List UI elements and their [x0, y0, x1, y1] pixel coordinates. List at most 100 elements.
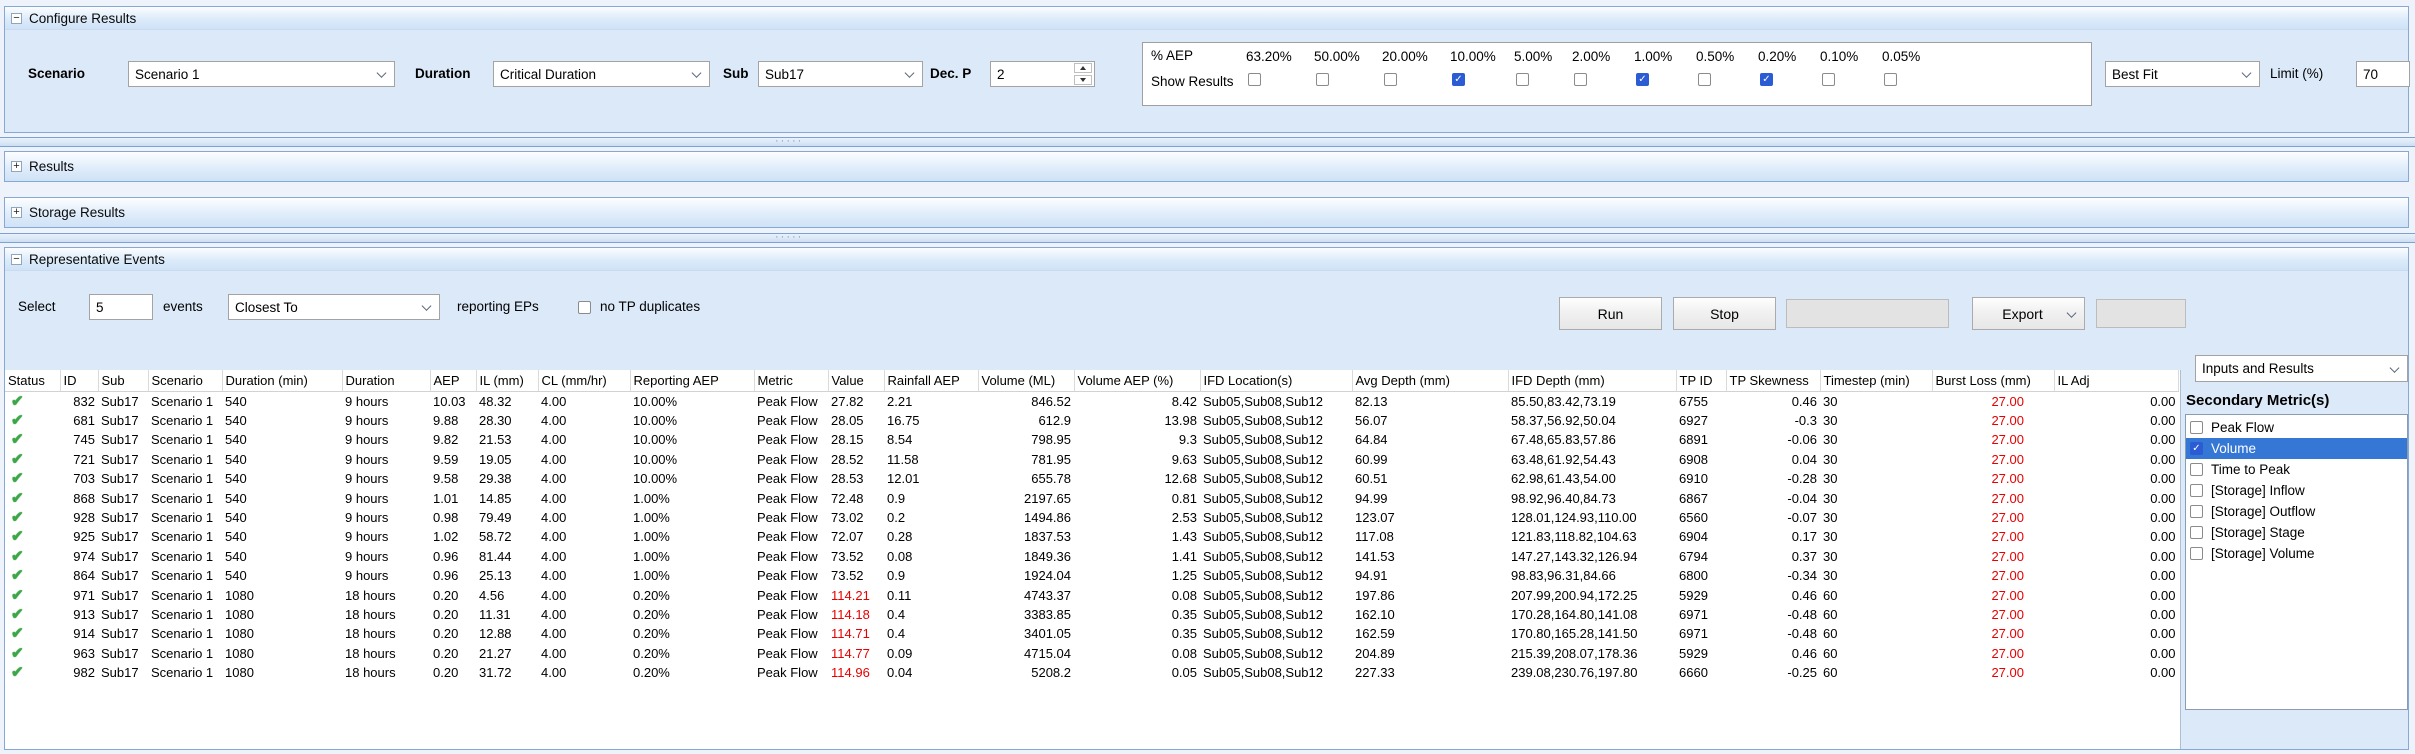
column-header-value[interactable]: Value — [828, 370, 884, 391]
metric-checkbox[interactable] — [2190, 505, 2203, 518]
cell-burst-loss: 27.00 — [1932, 469, 2054, 488]
event-row[interactable]: ✔745Sub17Scenario 15409 hours9.8221.534.… — [5, 430, 2179, 449]
no-tp-duplicates-checkbox[interactable] — [578, 301, 591, 314]
event-row[interactable]: ✔982Sub17Scenario 1108018 hours0.2031.72… — [5, 663, 2179, 682]
sub-select[interactable]: Sub17 — [758, 61, 923, 87]
expand-icon[interactable]: + — [11, 207, 22, 218]
event-row[interactable]: ✔963Sub17Scenario 1108018 hours0.2021.27… — [5, 644, 2179, 663]
event-row[interactable]: ✔928Sub17Scenario 15409 hours0.9879.494.… — [5, 508, 2179, 527]
cell-duration-min: 1080 — [222, 644, 342, 663]
column-header-il-adj[interactable]: IL Adj — [2054, 370, 2179, 391]
show-results-checkbox[interactable] — [1884, 73, 1897, 86]
select-count-input[interactable]: 5 — [89, 294, 153, 320]
cell-volume-ml: 846.52 — [978, 391, 1074, 411]
column-header-duration-min[interactable]: Duration (min) — [222, 370, 342, 391]
export-button[interactable]: Export — [1972, 297, 2085, 330]
storage-results-header[interactable]: + Storage Results — [5, 198, 2408, 227]
show-results-checkbox[interactable] — [1248, 73, 1261, 86]
column-header-ifd-depth[interactable]: IFD Depth (mm) — [1508, 370, 1676, 391]
cell-aep: 1.01 — [430, 489, 476, 508]
show-results-checkbox[interactable] — [1516, 73, 1529, 86]
run-button[interactable]: Run — [1559, 297, 1662, 330]
representative-events-header[interactable]: − Representative Events — [5, 248, 2408, 271]
event-row[interactable]: ✔913Sub17Scenario 1108018 hours0.2011.31… — [5, 605, 2179, 624]
metric-item-peak-flow[interactable]: Peak Flow — [2186, 417, 2407, 438]
metric-checkbox[interactable] — [2190, 547, 2203, 560]
event-row[interactable]: ✔925Sub17Scenario 15409 hours1.0258.724.… — [5, 527, 2179, 546]
column-header-aep[interactable]: AEP — [430, 370, 476, 391]
metric-checkbox[interactable] — [2190, 421, 2203, 434]
cell-il-adj: 0.00 — [2054, 489, 2179, 508]
cell-duration-min: 540 — [222, 430, 342, 449]
configure-results-header[interactable]: − Configure Results — [5, 7, 2408, 30]
limit-input[interactable]: 70 — [2356, 61, 2410, 87]
metric-item-time-to-peak[interactable]: Time to Peak — [2186, 459, 2407, 480]
show-results-checkbox[interactable] — [1574, 73, 1587, 86]
stop-button[interactable]: Stop — [1673, 297, 1776, 330]
collapse-icon[interactable]: − — [11, 254, 22, 265]
event-row[interactable]: ✔832Sub17Scenario 15409 hours10.0348.324… — [5, 391, 2179, 411]
spinner-up-icon[interactable] — [1074, 63, 1092, 73]
metric-item-storage-inflow[interactable]: [Storage] Inflow — [2186, 480, 2407, 501]
column-header-volume-ml[interactable]: Volume (ML) — [978, 370, 1074, 391]
event-row[interactable]: ✔974Sub17Scenario 15409 hours0.9681.444.… — [5, 547, 2179, 566]
cell-ifd-depth: 215.39,208.07,178.36 — [1508, 644, 1676, 663]
results-header[interactable]: + Results — [5, 152, 2408, 181]
event-row[interactable]: ✔864Sub17Scenario 15409 hours0.9625.134.… — [5, 566, 2179, 585]
event-row[interactable]: ✔703Sub17Scenario 15409 hours9.5829.384.… — [5, 469, 2179, 488]
column-header-tp-skewness[interactable]: TP Skewness — [1726, 370, 1820, 391]
fit-select[interactable]: Best Fit — [2105, 61, 2260, 87]
dec-p-label: Dec. P — [930, 66, 971, 81]
column-header-status-icon[interactable]: Status — [5, 370, 60, 391]
cell-timestep: 30 — [1820, 391, 1932, 411]
show-results-checkbox[interactable]: ✓ — [1452, 73, 1465, 86]
cell-value: 114.71 — [828, 624, 884, 643]
scenario-select[interactable]: Scenario 1 — [128, 61, 395, 87]
column-header-duration[interactable]: Duration — [342, 370, 430, 391]
column-header-burst-loss[interactable]: Burst Loss (mm) — [1932, 370, 2054, 391]
event-row[interactable]: ✔681Sub17Scenario 15409 hours9.8828.304.… — [5, 411, 2179, 430]
aep-column: 5.00% — [1514, 43, 1572, 86]
column-header-metric[interactable]: Metric — [754, 370, 828, 391]
event-row[interactable]: ✔971Sub17Scenario 1108018 hours0.204.564… — [5, 586, 2179, 605]
column-header-timestep[interactable]: Timestep (min) — [1820, 370, 1932, 391]
view-mode-select[interactable]: Inputs and Results — [2195, 355, 2408, 382]
collapse-icon[interactable]: − — [11, 13, 22, 24]
metric-checkbox[interactable] — [2190, 526, 2203, 539]
metric-checkbox[interactable] — [2190, 484, 2203, 497]
expand-icon[interactable]: + — [11, 161, 22, 172]
metric-item-storage-outflow[interactable]: [Storage] Outflow — [2186, 501, 2407, 522]
show-results-checkbox[interactable]: ✓ — [1760, 73, 1773, 86]
horizontal-splitter[interactable]: ····· — [0, 233, 2415, 243]
column-header-cl[interactable]: CL (mm/hr) — [538, 370, 630, 391]
column-header-il[interactable]: IL (mm) — [476, 370, 538, 391]
duration-select[interactable]: Critical Duration — [493, 61, 710, 87]
show-results-checkbox[interactable] — [1822, 73, 1835, 86]
cell-tp-id: 5929 — [1676, 644, 1726, 663]
metric-item-volume[interactable]: ✓Volume — [2186, 438, 2407, 459]
show-results-checkbox[interactable] — [1384, 73, 1397, 86]
column-header-rainfall-aep[interactable]: Rainfall AEP — [884, 370, 978, 391]
metric-item-storage-stage[interactable]: [Storage] Stage — [2186, 522, 2407, 543]
metric-checkbox[interactable] — [2190, 463, 2203, 476]
show-results-checkbox[interactable] — [1316, 73, 1329, 86]
spinner-down-icon[interactable] — [1074, 75, 1092, 85]
column-header-ifd-locations[interactable]: IFD Location(s) — [1200, 370, 1352, 391]
closest-to-select[interactable]: Closest To — [228, 294, 440, 320]
column-header-volume-aep[interactable]: Volume AEP (%) — [1074, 370, 1200, 391]
show-results-checkbox[interactable] — [1698, 73, 1711, 86]
column-header-scenario[interactable]: Scenario — [148, 370, 222, 391]
event-row[interactable]: ✔914Sub17Scenario 1108018 hours0.2012.88… — [5, 624, 2179, 643]
column-header-sub[interactable]: Sub — [98, 370, 148, 391]
column-header-avg-depth[interactable]: Avg Depth (mm) — [1352, 370, 1508, 391]
horizontal-splitter[interactable]: ····· — [0, 137, 2415, 147]
metric-item-storage-volume[interactable]: [Storage] Volume — [2186, 543, 2407, 564]
event-row[interactable]: ✔721Sub17Scenario 15409 hours9.5919.054.… — [5, 450, 2179, 469]
column-header-tp-id[interactable]: TP ID — [1676, 370, 1726, 391]
column-header-id[interactable]: ID — [60, 370, 98, 391]
dec-p-stepper[interactable]: 2 — [990, 61, 1095, 87]
show-results-checkbox[interactable]: ✓ — [1636, 73, 1649, 86]
column-header-reporting-aep[interactable]: Reporting AEP — [630, 370, 754, 391]
metric-checkbox[interactable]: ✓ — [2190, 442, 2203, 455]
event-row[interactable]: ✔868Sub17Scenario 15409 hours1.0114.854.… — [5, 489, 2179, 508]
